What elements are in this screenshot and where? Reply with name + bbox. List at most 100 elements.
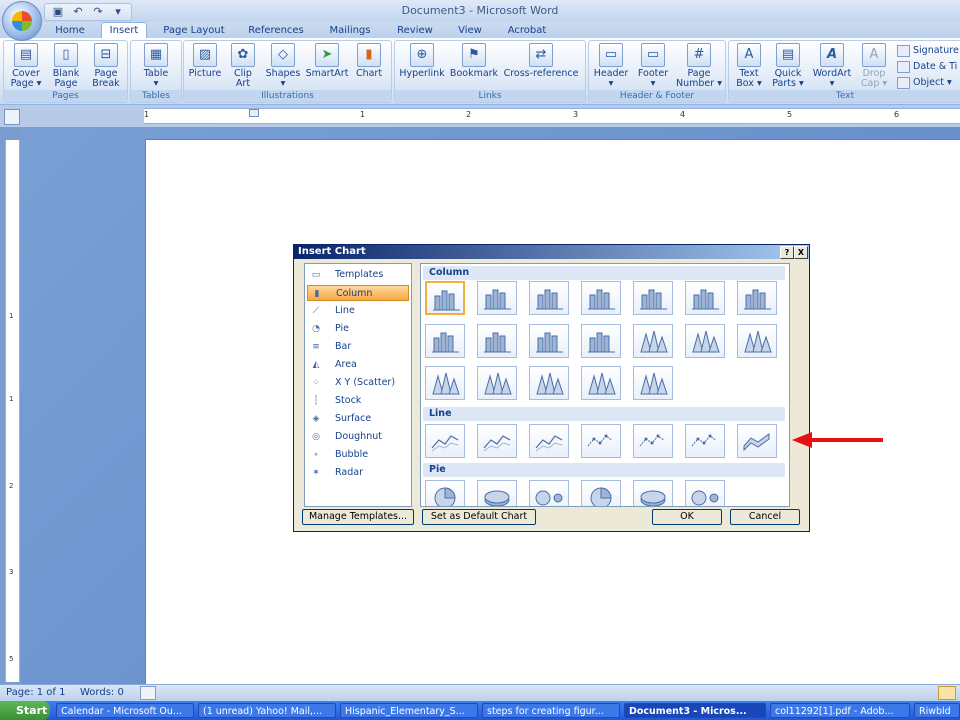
line-type-thumbnail[interactable] <box>477 424 517 458</box>
column-type-thumbnail[interactable] <box>685 324 725 358</box>
set-default-chart-button[interactable]: Set as Default Chart <box>422 509 536 525</box>
pie-type-thumbnail[interactable] <box>425 480 465 506</box>
chart-button[interactable]: ▮ Chart <box>350 43 388 79</box>
tab-insert[interactable]: Insert <box>101 22 147 39</box>
column-type-thumbnail[interactable] <box>425 366 465 400</box>
task-riwbld[interactable]: Riwbld <box>914 703 960 718</box>
tab-home[interactable]: Home <box>52 23 88 38</box>
hyperlink-button[interactable]: ⊕ Hyperlink <box>397 43 447 79</box>
tab-page-layout[interactable]: Page Layout <box>160 23 228 38</box>
category-doughnut[interactable]: ◎ Doughnut <box>307 429 409 445</box>
column-type-thumbnail[interactable] <box>581 281 621 315</box>
indent-marker[interactable] <box>249 109 259 117</box>
line-type-thumbnail[interactable] <box>685 424 725 458</box>
pie-type-thumbnail[interactable] <box>529 480 569 506</box>
column-type-thumbnail[interactable] <box>633 324 673 358</box>
line-type-thumbnail[interactable] <box>581 424 621 458</box>
tab-mailings[interactable]: Mailings <box>322 23 378 38</box>
manage-templates-button[interactable]: Manage Templates... <box>302 509 414 525</box>
line-type-thumbnail[interactable] <box>737 424 777 458</box>
pie-type-thumbnail[interactable] <box>477 480 517 506</box>
pie-type-thumbnail[interactable] <box>581 480 621 506</box>
tab-references[interactable]: References <box>245 23 307 38</box>
category-radar[interactable]: ✶ Radar <box>307 465 409 481</box>
tab-selector[interactable] <box>4 109 20 125</box>
task-calendar[interactable]: Calendar - Microsoft Ou... <box>56 703 194 718</box>
column-type-thumbnail[interactable] <box>425 324 465 358</box>
text-box-button[interactable]: A Text Box ▾ <box>731 43 767 89</box>
tab-review[interactable]: Review <box>393 23 437 38</box>
redo-icon[interactable]: ↷ <box>91 6 105 18</box>
signature-line-button[interactable]: Signature <box>897 44 959 57</box>
column-type-thumbnail[interactable] <box>477 366 517 400</box>
table-button[interactable]: ▦ Table ▾ <box>137 43 175 89</box>
drop-cap-button[interactable]: A Drop Cap ▾ <box>855 43 893 89</box>
cancel-button[interactable]: Cancel <box>730 509 800 525</box>
undo-icon[interactable]: ↶ <box>71 6 85 18</box>
tab-view[interactable]: View <box>452 23 488 38</box>
category-bubble[interactable]: ∘ Bubble <box>307 447 409 463</box>
vertical-ruler[interactable]: 1 1 2 3 5 <box>5 140 20 682</box>
wordart-button[interactable]: A WordArt ▾ <box>809 43 855 89</box>
shapes-button[interactable]: ◇ Shapes ▾ <box>262 43 304 89</box>
save-icon[interactable]: ▣ <box>51 6 65 18</box>
horizontal-ruler[interactable]: 1 1 2 3 4 5 6 <box>144 108 960 124</box>
blank-page-button[interactable]: ▯ Blank Page <box>48 43 84 89</box>
quick-parts-button[interactable]: ▤ Quick Parts ▾ <box>769 43 807 89</box>
tab-acrobat[interactable]: Acrobat <box>503 23 551 38</box>
customize-icon[interactable]: ▾ <box>111 6 125 18</box>
column-type-thumbnail[interactable] <box>529 281 569 315</box>
category-area[interactable]: ◭ Area <box>307 357 409 373</box>
word-count[interactable]: Words: 0 <box>80 687 124 698</box>
ok-button[interactable]: OK <box>652 509 722 525</box>
task-steps-for-creating[interactable]: steps for creating figur... <box>482 703 620 718</box>
bookmark-button[interactable]: ⚑ Bookmark <box>449 43 499 79</box>
column-type-thumbnail[interactable] <box>737 281 777 315</box>
task-pdf-adobe[interactable]: col11292[1].pdf - Adob... <box>770 703 910 718</box>
proofing-icon[interactable] <box>140 686 156 700</box>
page-count[interactable]: Page: 1 of 1 <box>6 687 65 698</box>
footer-button[interactable]: ▭ Footer ▾ <box>633 43 673 89</box>
column-type-thumbnail[interactable] <box>633 281 673 315</box>
picture-button[interactable]: ▨ Picture <box>186 43 224 79</box>
object-button[interactable]: Object ▾ <box>897 76 952 89</box>
help-button[interactable]: ? <box>780 246 794 259</box>
page-number-button[interactable]: # Page Number ▾ <box>675 43 723 89</box>
category-scatter[interactable]: ⁘ X Y (Scatter) <box>307 375 409 391</box>
start-button[interactable]: Start <box>0 701 50 720</box>
line-type-thumbnail[interactable] <box>529 424 569 458</box>
task-hispanic-elementary[interactable]: Hispanic_Elementary_S... <box>340 703 478 718</box>
page-break-button[interactable]: ⊟ Page Break <box>88 43 124 89</box>
office-button[interactable] <box>2 1 42 41</box>
column-type-thumbnail[interactable] <box>529 366 569 400</box>
cross-reference-button[interactable]: ⇄ Cross-reference <box>501 43 581 79</box>
column-type-thumbnail[interactable] <box>425 281 465 315</box>
column-type-thumbnail[interactable] <box>633 366 673 400</box>
column-type-thumbnail[interactable] <box>477 324 517 358</box>
column-type-thumbnail[interactable] <box>685 281 725 315</box>
cover-page-button[interactable]: ▤ Cover Page ▾ <box>8 43 44 89</box>
pie-type-thumbnail[interactable] <box>633 480 673 506</box>
category-line[interactable]: ⟋ Line <box>307 303 409 319</box>
header-button[interactable]: ▭ Header ▾ <box>591 43 631 89</box>
close-button[interactable]: X <box>794 246 808 259</box>
column-type-thumbnail[interactable] <box>529 324 569 358</box>
category-bar[interactable]: ≡ Bar <box>307 339 409 355</box>
line-type-thumbnail[interactable] <box>633 424 673 458</box>
category-pie[interactable]: ◔ Pie <box>307 321 409 337</box>
category-column[interactable]: ▮ Column <box>307 285 409 301</box>
line-type-thumbnail[interactable] <box>425 424 465 458</box>
column-type-thumbnail[interactable] <box>477 281 517 315</box>
smartart-button[interactable]: ➤ SmartArt <box>304 43 350 79</box>
category-stock[interactable]: ┆ Stock <box>307 393 409 409</box>
column-type-thumbnail[interactable] <box>581 366 621 400</box>
category-surface[interactable]: ◈ Surface <box>307 411 409 427</box>
pie-type-thumbnail[interactable] <box>685 480 725 506</box>
view-print-layout-icon[interactable] <box>938 686 956 700</box>
clip-art-button[interactable]: ✿ Clip Art <box>226 43 260 89</box>
column-type-thumbnail[interactable] <box>581 324 621 358</box>
task-yahoo-mail[interactable]: (1 unread) Yahoo! Mail,... <box>198 703 336 718</box>
category-templates[interactable]: ▭ Templates <box>307 267 409 283</box>
date-time-button[interactable]: Date & Ti <box>897 60 957 73</box>
task-document3[interactable]: Document3 - Micros... <box>624 703 766 718</box>
